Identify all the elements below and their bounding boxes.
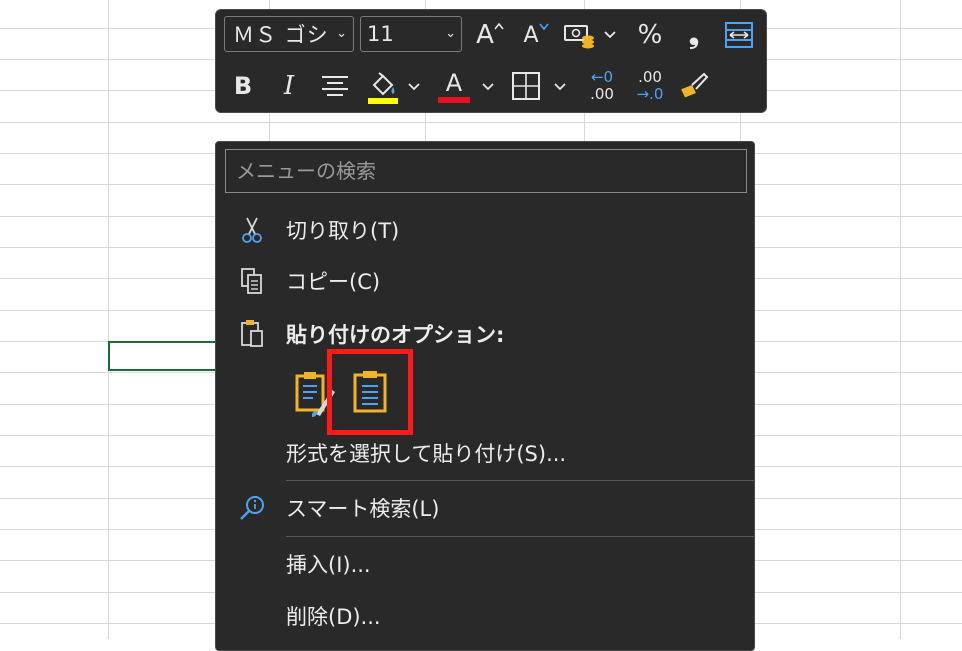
font-size-dropdown[interactable]: 11 ⌄ (360, 16, 462, 52)
menu-item-label: スマート検索(L) (286, 497, 440, 521)
paste-formatting-icon (295, 372, 335, 417)
font-color-icon: A (445, 69, 463, 97)
menu-header-paste-options: 貼り付けのオプション: (216, 312, 754, 356)
increase-decimal-button[interactable]: ←0 .00 (580, 66, 624, 106)
borders-dropdown[interactable] (552, 76, 568, 98)
menu-search-input[interactable] (225, 149, 747, 193)
smart-lookup-icon (234, 490, 270, 526)
shrink-font-button[interactable]: A (516, 18, 556, 52)
shrink-font-icon: A (523, 22, 539, 48)
menu-separator (286, 536, 754, 537)
menu-separator (286, 480, 754, 481)
mini-toolbar: ＭＳ ゴシ ⌄ 11 ⌄ A A % ❟ B I A ←0 .00 .00 →.… (215, 9, 767, 113)
paste-button[interactable] (327, 349, 413, 435)
increase-decimal-arrow: ←0 (590, 68, 614, 86)
italic-icon: I (283, 71, 295, 101)
caret-down-icon (538, 23, 549, 30)
chevron-down-icon (408, 83, 420, 91)
decrease-decimal-button[interactable]: .00 →.0 (628, 66, 672, 106)
align-center-icon (322, 76, 348, 96)
menu-item-insert[interactable]: 挿入(I)... (216, 542, 754, 586)
increase-decimal-digits: .00 (590, 85, 614, 103)
chevron-down-icon: ⌄ (336, 26, 348, 41)
comma-icon: ❟ (688, 19, 700, 50)
clipboard-icon (234, 316, 270, 352)
chevron-down-icon (554, 83, 566, 91)
center-align-button[interactable] (316, 68, 354, 104)
currency-icon (564, 25, 594, 49)
accounting-format-dropdown[interactable] (602, 24, 618, 46)
grid-column-line (108, 0, 109, 639)
menu-item-copy[interactable]: コピー(C) (216, 259, 754, 303)
menu-item-label: 形式を選択して貼り付け(S)... (286, 442, 567, 466)
chevron-down-icon (482, 83, 494, 91)
menu-item-label: 挿入(I)... (286, 553, 371, 577)
scissors-icon (234, 212, 270, 248)
decrease-decimal-digits: .00 (638, 68, 662, 86)
font-name-dropdown[interactable]: ＭＳ ゴシ ⌄ (224, 16, 354, 52)
percent-style-button[interactable]: % (632, 18, 668, 52)
copy-icon (234, 263, 270, 299)
caret-up-icon (494, 22, 504, 30)
paint-bucket-icon (368, 72, 398, 104)
active-cell[interactable] (108, 341, 218, 371)
borders-icon (512, 72, 540, 100)
menu-item-cut[interactable]: 切り取り(T) (216, 208, 754, 252)
menu-item-delete[interactable]: 削除(D)... (216, 594, 754, 638)
menu-item-label: 削除(D)... (286, 605, 381, 629)
bold-button[interactable]: B (228, 68, 258, 104)
merge-cells-icon (725, 22, 753, 48)
font-color-button[interactable]: A (436, 66, 472, 106)
bold-icon: B (233, 72, 253, 100)
menu-item-smart-lookup[interactable]: スマート検索(L) (216, 486, 754, 530)
context-menu: 切り取り(T) コピー(C) 貼り付けのオプション: (215, 141, 755, 651)
grid-row-line (0, 122, 962, 123)
menu-item-label: コピー(C) (286, 270, 381, 294)
grow-font-icon: A (476, 20, 494, 50)
borders-button[interactable] (508, 68, 544, 104)
merge-center-button[interactable] (720, 18, 758, 52)
grid-column-line (900, 0, 901, 639)
menu-item-label: 切り取り(T) (286, 219, 400, 243)
chevron-down-icon (604, 31, 616, 39)
font-color-dropdown[interactable] (480, 76, 496, 98)
paintbrush-icon (681, 72, 709, 98)
italic-button[interactable]: I (274, 68, 304, 104)
comma-style-button[interactable]: ❟ (676, 18, 712, 52)
fill-color-button[interactable] (364, 66, 402, 106)
paste-options-heading: 貼り付けのオプション: (286, 323, 505, 347)
font-color-swatch (438, 97, 470, 103)
grow-font-button[interactable]: A (470, 18, 510, 52)
font-name-value: ＭＳ ゴシ (233, 23, 329, 47)
paste-icon (353, 371, 387, 413)
format-painter-button[interactable] (674, 68, 714, 104)
fill-color-dropdown[interactable] (406, 76, 422, 98)
menu-item-paste-special[interactable]: 形式を選択して貼り付け(S)... (216, 431, 754, 475)
decrease-decimal-arrow: →.0 (636, 85, 664, 103)
accounting-format-button[interactable] (561, 18, 599, 52)
font-size-value: 11 (367, 22, 394, 46)
chevron-down-icon: ⌄ (445, 26, 456, 41)
percent-icon: % (637, 20, 663, 50)
